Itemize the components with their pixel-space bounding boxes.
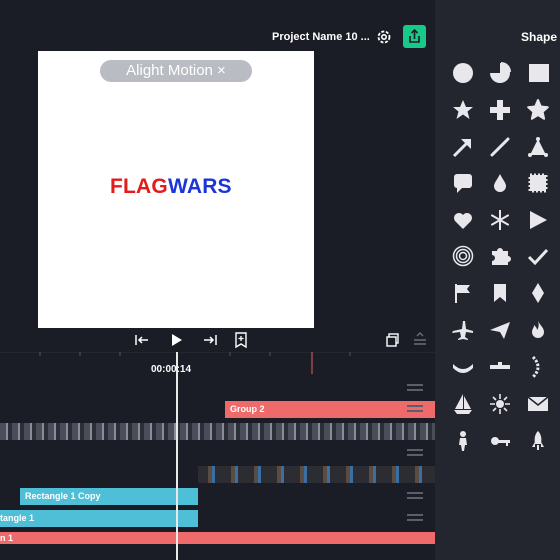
curve-icon[interactable] — [452, 356, 474, 378]
project-title[interactable]: Project Name 10 ... — [272, 31, 370, 43]
shape-panel — [435, 0, 560, 560]
spiral-icon[interactable] — [452, 245, 474, 267]
skip-start-icon[interactable] — [133, 331, 151, 349]
flag-text: FLAG — [110, 175, 168, 198]
person-icon[interactable] — [452, 430, 474, 452]
playhead[interactable] — [176, 352, 178, 560]
circle-icon[interactable] — [452, 62, 474, 84]
audio-clip-track[interactable] — [198, 466, 435, 483]
puzzle-icon[interactable] — [489, 245, 511, 267]
play-icon[interactable] — [167, 331, 185, 349]
wave-icon[interactable] — [527, 356, 549, 378]
current-time: 00:00:14 — [151, 364, 192, 375]
skip-end-icon[interactable] — [201, 331, 219, 349]
arrow-icon[interactable] — [452, 136, 474, 158]
video-clip-track[interactable] — [0, 423, 435, 440]
wars-text: WARS — [167, 175, 232, 198]
track-handle[interactable] — [407, 514, 423, 526]
diamond-icon[interactable] — [527, 282, 549, 304]
dash-icon[interactable] — [489, 356, 511, 378]
pie-icon[interactable] — [489, 62, 511, 84]
share-icon — [409, 28, 420, 43]
layers-icon[interactable] — [384, 331, 402, 349]
clip-rectangle-1-copy[interactable]: Rectangle 1 Copy — [20, 488, 198, 505]
triangle-dots-icon[interactable] — [527, 136, 549, 158]
plus-icon[interactable] — [489, 99, 511, 121]
checkmark-icon[interactable] — [527, 245, 549, 267]
track-handle[interactable] — [407, 405, 423, 417]
flame-icon[interactable] — [527, 319, 549, 341]
clip-rectangle-1[interactable]: tangle 1 — [0, 510, 198, 527]
star-rounded-icon[interactable] — [527, 99, 549, 121]
airplane-icon[interactable] — [452, 319, 474, 341]
gear-icon[interactable] — [375, 28, 393, 46]
clip-group-2[interactable]: Group 2 — [225, 401, 435, 418]
track-handle[interactable] — [407, 449, 423, 461]
bookmark-icon[interactable] — [489, 282, 511, 304]
ruler-ticks — [0, 352, 435, 374]
heart-icon[interactable] — [452, 209, 474, 231]
bookmark-add-icon[interactable] — [232, 331, 250, 349]
sailboat-icon[interactable] — [452, 393, 474, 415]
key-icon[interactable] — [489, 430, 511, 452]
snowflake-icon[interactable] — [489, 209, 511, 231]
flag-icon[interactable] — [452, 282, 474, 304]
stamp-icon[interactable] — [527, 172, 549, 194]
square-icon[interactable] — [527, 62, 549, 84]
reorder-icon[interactable] — [411, 331, 429, 349]
export-button[interactable] — [403, 25, 426, 48]
flagwars-text[interactable]: FLAGWARS — [110, 175, 232, 199]
speech-bubble-icon[interactable] — [452, 172, 474, 194]
paper-plane-icon[interactable] — [489, 319, 511, 341]
star-icon[interactable] — [452, 99, 474, 121]
track-handle[interactable] — [407, 384, 423, 396]
panel-title: Shape — [521, 30, 558, 44]
time-ruler[interactable] — [0, 352, 435, 378]
sun-icon[interactable] — [489, 393, 511, 415]
play-triangle-icon[interactable] — [527, 209, 549, 231]
watermark-badge[interactable]: Alight Motion × — [100, 60, 252, 82]
track-handle[interactable] — [407, 492, 423, 504]
envelope-icon[interactable] — [527, 393, 549, 415]
line-icon[interactable] — [489, 136, 511, 158]
drop-icon[interactable] — [489, 172, 511, 194]
clip-bottom[interactable]: n 1 — [0, 532, 435, 544]
rocket-icon[interactable] — [527, 430, 549, 452]
